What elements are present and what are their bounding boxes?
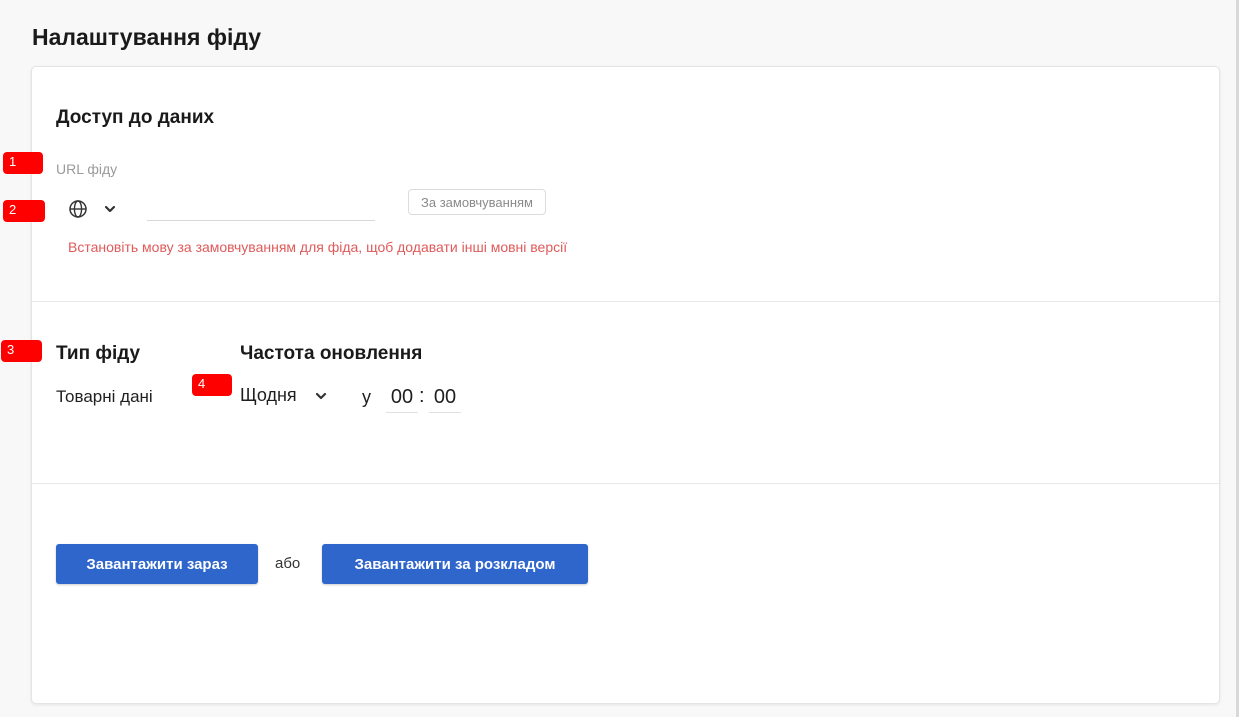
section-divider: [32, 483, 1221, 484]
feed-url-label: URL фіду: [56, 161, 118, 177]
set-default-button[interactable]: За замовчуванням: [408, 189, 546, 215]
page-title: Налаштування фіду: [32, 24, 262, 50]
annotation-marker-4: 4: [192, 374, 232, 396]
or-label: або: [275, 555, 301, 572]
globe-icon: [68, 199, 88, 219]
section-divider: [32, 301, 1221, 302]
default-language-error: Встановіть мову за замовчуванням для фід…: [68, 239, 568, 255]
language-picker[interactable]: [68, 197, 116, 221]
chevron-down-icon: [315, 392, 327, 400]
annotation-marker-3: 3: [1, 340, 42, 362]
time-at-label: у: [362, 387, 371, 407]
data-access-title: Доступ до даних: [56, 107, 215, 128]
frequency-selected-value: Щодня: [240, 385, 297, 405]
annotation-marker-1: 1: [3, 152, 43, 174]
hours-input[interactable]: 00: [386, 383, 418, 413]
time-separator: :: [419, 385, 425, 407]
update-frequency-title: Частота оновлення: [240, 343, 423, 364]
minutes-input[interactable]: 00: [429, 383, 461, 413]
chevron-down-icon: [104, 205, 116, 213]
upload-scheduled-button[interactable]: Завантажити за розкладом: [322, 544, 588, 584]
annotation-marker-2: 2: [3, 200, 45, 222]
page: Налаштування фіду Доступ до даних URL фі…: [0, 0, 1239, 717]
upload-now-button[interactable]: Завантажити зараз: [56, 544, 258, 584]
feed-type-value: Товарні дані: [56, 387, 153, 406]
feed-url-input[interactable]: [147, 195, 375, 221]
frequency-select[interactable]: Щодня: [240, 385, 327, 406]
feed-type-title: Тип фіду: [56, 343, 141, 364]
